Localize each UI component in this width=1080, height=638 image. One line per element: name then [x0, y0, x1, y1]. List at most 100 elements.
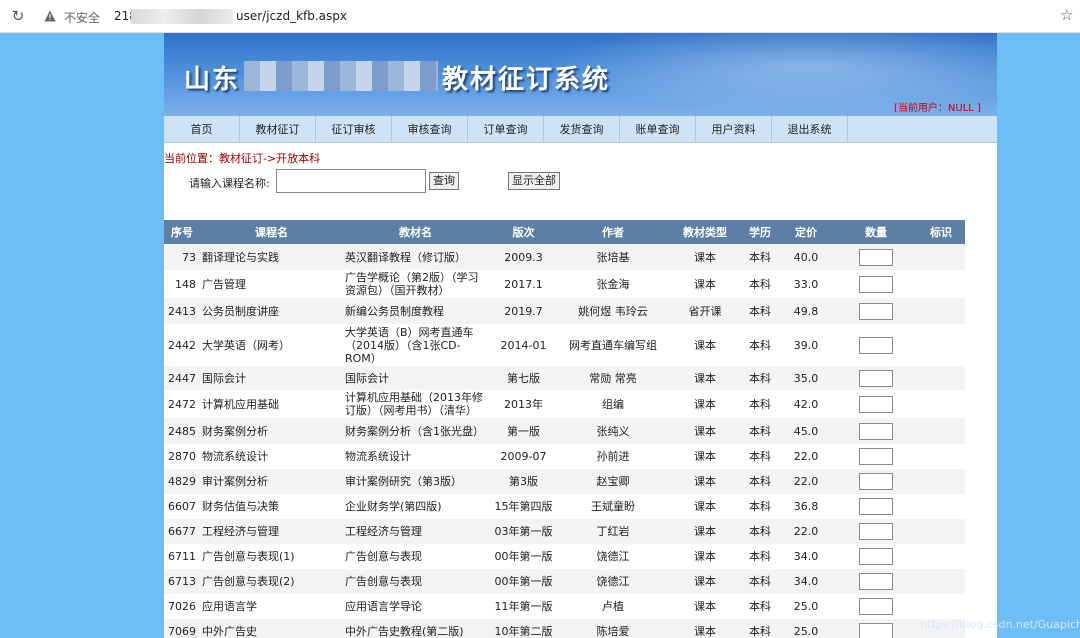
cell-level: 本科 [743, 324, 777, 366]
table-row: 6713 广告创意与表现(2) 广告创意与表现 00年第一版 饶德江 课本 本科 34.0 [164, 569, 965, 594]
quantity-input[interactable] [859, 302, 893, 320]
cell-price: 34.0 [777, 569, 835, 594]
col-header: 标识 [917, 220, 965, 244]
quantity-input[interactable] [859, 248, 893, 266]
cell-type: 课本 [667, 594, 743, 619]
insecure-label[interactable]: 不安全 [64, 9, 100, 26]
nav-textbook-order[interactable]: 教材征订 [240, 116, 316, 143]
cell-price: 39.0 [777, 324, 835, 366]
cell-author: 卢植 [559, 594, 667, 619]
cell-course: 物流系统设计 [200, 444, 343, 469]
quantity-input[interactable] [859, 573, 893, 590]
cell-index: 148 [164, 270, 200, 298]
browser-toolbar: ↻ 不安全 218 user/jczd_kfb.aspx ☆ [0, 0, 1080, 33]
nav-order-query[interactable]: 订单查询 [468, 116, 544, 143]
cell-course: 国际会计 [200, 366, 343, 390]
cell-level: 本科 [743, 619, 777, 638]
cell-index: 6677 [164, 519, 200, 544]
cell-mark [917, 444, 965, 469]
reload-icon[interactable]: ↻ [10, 8, 26, 24]
table-row: 6607 财务估值与决策 企业财务学(第四版) 15年第四版 王斌童盼 课本 本科 36.8 [164, 494, 965, 519]
cell-type: 课本 [667, 418, 743, 444]
cell-level: 本科 [743, 519, 777, 544]
cell-edition: 00年第一版 [488, 569, 559, 594]
watermark: https://blog.csdn.net/Guapichen [920, 618, 1080, 631]
show-all-button[interactable]: 显示全部 [508, 172, 560, 190]
textbook-table: 序号 课程名 教材名 版次 作者 教材类型 学历 定价 数量 标识 73 翻译理论… [164, 220, 965, 638]
cell-course: 公务员制度讲座 [200, 298, 343, 324]
cell-type: 课本 [667, 619, 743, 638]
cell-textbook: 审计案例研究（第3版） [343, 469, 488, 494]
quantity-input[interactable] [859, 369, 893, 387]
cell-edition: 03年第一版 [488, 519, 559, 544]
course-search-input[interactable] [276, 169, 426, 193]
title-prefix: 山东 [184, 65, 241, 95]
cell-price: 40.0 [777, 244, 835, 270]
quantity-input[interactable] [859, 548, 893, 565]
cell-index: 7026 [164, 594, 200, 619]
quantity-input[interactable] [859, 473, 893, 490]
nav-shipping-query[interactable]: 发货查询 [544, 116, 620, 143]
cell-type: 课本 [667, 444, 743, 469]
cell-type: 课本 [667, 366, 743, 390]
table-header-row: 序号 课程名 教材名 版次 作者 教材类型 学历 定价 数量 标识 [164, 220, 965, 244]
cell-course: 财务估值与决策 [200, 494, 343, 519]
quantity-input[interactable] [859, 498, 893, 515]
cell-mark [917, 390, 965, 418]
cell-quantity [835, 298, 917, 324]
quantity-input[interactable] [859, 395, 893, 413]
cell-author: 姚何煜 韦玲云 [559, 298, 667, 324]
bookmark-star-icon[interactable]: ☆ [1060, 6, 1073, 24]
cell-course: 大学英语（网考） [200, 324, 343, 366]
table-row: 148 广告管理 广告学概论（第2版）（学习资源包）（国开教材） 2017.1 张金海课… [164, 270, 965, 298]
cell-quantity [835, 544, 917, 569]
quantity-input[interactable] [859, 422, 893, 440]
quantity-input[interactable] [859, 336, 893, 354]
cell-edition: 2013年 [488, 390, 559, 418]
cell-index: 2485 [164, 418, 200, 444]
cell-quantity [835, 324, 917, 366]
cell-mark [917, 244, 965, 270]
quantity-input[interactable] [859, 623, 893, 638]
nav-order-review[interactable]: 征订审核 [316, 116, 392, 143]
current-user: [当前用户：NULL ] [894, 103, 981, 114]
cell-type: 课本 [667, 544, 743, 569]
cell-course: 计算机应用基础 [200, 390, 343, 418]
cell-price: 42.0 [777, 390, 835, 418]
cell-textbook: 应用语言学导论 [343, 594, 488, 619]
cell-edition: 11年第一版 [488, 594, 559, 619]
cell-type: 课本 [667, 469, 743, 494]
nav-user-profile[interactable]: 用户资料 [696, 116, 772, 143]
quantity-input[interactable] [859, 275, 893, 293]
cell-index: 6713 [164, 569, 200, 594]
quantity-input[interactable] [859, 598, 893, 615]
query-button[interactable]: 查询 [429, 172, 459, 190]
quantity-input[interactable] [859, 448, 893, 465]
nav-home[interactable]: 首页 [164, 116, 240, 143]
cell-level: 本科 [743, 298, 777, 324]
cell-level: 本科 [743, 270, 777, 298]
cell-mark [917, 544, 965, 569]
cell-level: 本科 [743, 594, 777, 619]
cell-index: 2413 [164, 298, 200, 324]
quantity-input[interactable] [859, 523, 893, 540]
cell-mark [917, 298, 965, 324]
cell-index: 2472 [164, 390, 200, 418]
cell-textbook: 广告创意与表现 [343, 544, 488, 569]
breadcrumb: 当前位置：教材征订->开放本科 [164, 152, 321, 165]
cell-edition: 2009-07 [488, 444, 559, 469]
table-row: 2413 公务员制度讲座 新编公务员制度教程 2019.7 姚何煜 韦玲云 省开课 本科 49… [164, 298, 965, 324]
warning-icon[interactable] [44, 10, 56, 22]
cell-quantity [835, 366, 917, 390]
nav-bill-query[interactable]: 账单查询 [620, 116, 696, 143]
nav-review-query[interactable]: 审核查询 [392, 116, 468, 143]
url-path[interactable]: user/jczd_kfb.aspx [236, 9, 347, 23]
cell-price: 49.8 [777, 298, 835, 324]
cell-author: 张金海 [559, 270, 667, 298]
cell-author: 常勋 常亮 [559, 366, 667, 390]
nav-logout[interactable]: 退出系统 [772, 116, 848, 143]
cell-quantity [835, 390, 917, 418]
col-header: 学历 [743, 220, 777, 244]
cell-textbook: 财务案例分析（含1张光盘） [343, 418, 488, 444]
cell-type: 课本 [667, 270, 743, 298]
